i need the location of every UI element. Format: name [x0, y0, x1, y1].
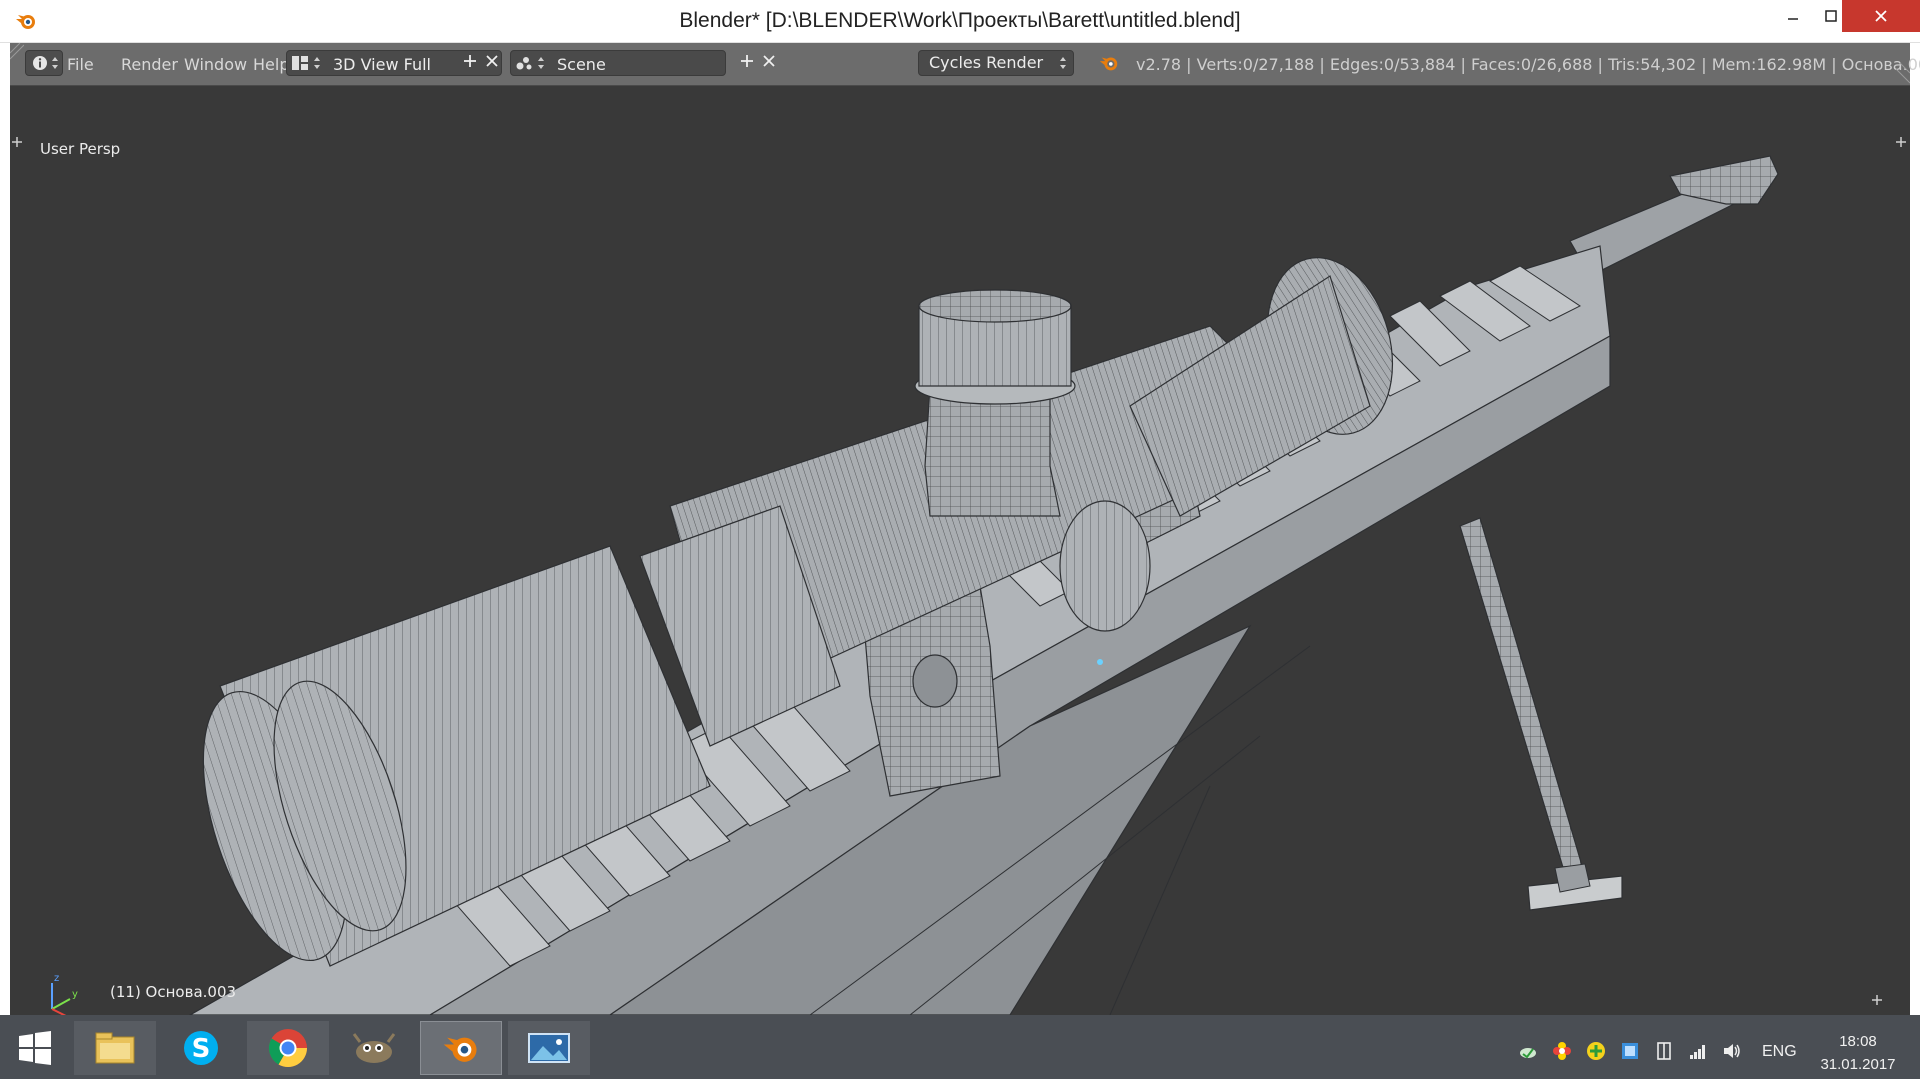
info-header: File Render Window Help 3D View Full Sce… [10, 43, 1920, 86]
blender-app: File Render Window Help 3D View Full Sce… [10, 43, 1920, 1015]
start-button[interactable] [0, 1021, 70, 1075]
chevron-updown-icon [52, 57, 58, 69]
taskbar-explorer[interactable] [74, 1021, 156, 1075]
3d-viewport[interactable]: User Persp z y x (11) Основа.003 [10, 86, 1910, 1015]
scene-name[interactable]: Scene [557, 55, 606, 74]
menu-render[interactable]: Render [121, 55, 178, 74]
info-icon [33, 56, 47, 70]
axis-z-label: z [54, 973, 59, 984]
scene-statistics: v2.78 | Verts:0/27,188 | Edges:0/53,884 … [1136, 55, 1920, 74]
volume-icon[interactable] [1722, 1041, 1742, 1061]
window-titlebar: Blender* [D:\BLENDER\Work\Проекты\Barett… [0, 0, 1920, 43]
editor-type-button[interactable] [25, 50, 63, 76]
render-engine-dropdown[interactable]: Cycles Render [918, 50, 1074, 76]
tray-app-icon[interactable] [1620, 1041, 1640, 1061]
menu-help[interactable]: Help [253, 55, 289, 74]
plus-icon [464, 55, 476, 67]
input-language-indicator[interactable]: ENG [1762, 1043, 1797, 1061]
photo-viewer-icon [528, 1033, 570, 1063]
remove-scene-button[interactable] [757, 50, 781, 76]
chevron-updown-icon [538, 57, 544, 69]
x-icon [486, 55, 498, 67]
view-perspective-label: User Persp [40, 140, 121, 158]
screen-layout-icon [292, 56, 308, 70]
add-scene-button[interactable] [735, 50, 759, 76]
remove-screen-button[interactable] [480, 50, 504, 76]
rifle-model-wireframe[interactable] [10, 86, 1910, 1015]
area-corner-handle[interactable] [1896, 43, 1910, 86]
chevron-updown-icon [314, 57, 320, 69]
tray-device-icon[interactable] [1654, 1041, 1674, 1061]
axis-gizmo: z y x [51, 973, 78, 1015]
x-icon [763, 55, 775, 67]
taskbar-photo-viewer[interactable] [508, 1021, 590, 1075]
clock-time[interactable]: 18:08 [1818, 1033, 1898, 1050]
menu-file[interactable]: File [67, 55, 94, 74]
svg-text:S: S [192, 1034, 211, 1064]
add-screen-button[interactable] [458, 50, 482, 76]
screen-layout-name[interactable]: 3D View Full [333, 55, 431, 74]
gimp-icon [352, 1033, 396, 1063]
blender-logo-icon [1099, 57, 1118, 71]
taskbar-chrome[interactable] [247, 1021, 329, 1075]
taskbar-skype[interactable]: S [160, 1021, 242, 1075]
clock-date[interactable]: 31.01.2017 [1810, 1056, 1906, 1073]
close-icon [1875, 10, 1887, 22]
window-title: Blender* [D:\BLENDER\Work\Проекты\Barett… [679, 9, 1241, 32]
windows-taskbar: S ENG 18:08 31.01.2017 [0, 1015, 1920, 1079]
taskbar-blender[interactable] [420, 1021, 502, 1075]
area-corner-handle[interactable] [10, 43, 24, 86]
chrome-icon [268, 1029, 308, 1068]
menu-window[interactable]: Window [184, 55, 247, 74]
skype-icon: S [184, 1031, 218, 1065]
render-engine-name[interactable]: Cycles Render [929, 53, 1043, 72]
blender-icon [443, 1037, 477, 1062]
active-object-label: (11) Основа.003 [110, 983, 237, 1001]
maximize-icon [1825, 10, 1837, 22]
tray-flower-icon[interactable] [1552, 1041, 1572, 1061]
scene-dropdown[interactable]: Scene [510, 50, 726, 76]
plus-icon [741, 55, 753, 67]
tray-network-cloud-icon[interactable] [1518, 1041, 1538, 1061]
tray-plus-icon[interactable] [1586, 1041, 1606, 1061]
taskbar-gimp[interactable] [333, 1021, 415, 1075]
signal-strength-icon[interactable] [1688, 1041, 1708, 1061]
minimize-icon [1788, 18, 1798, 20]
axis-y-label: y [72, 989, 78, 1000]
close-button[interactable] [1842, 0, 1920, 32]
folder-icon [95, 1032, 135, 1064]
chevron-updown-icon [1060, 57, 1066, 69]
scene-icon [516, 57, 532, 70]
windows-start-icon [19, 1031, 51, 1065]
